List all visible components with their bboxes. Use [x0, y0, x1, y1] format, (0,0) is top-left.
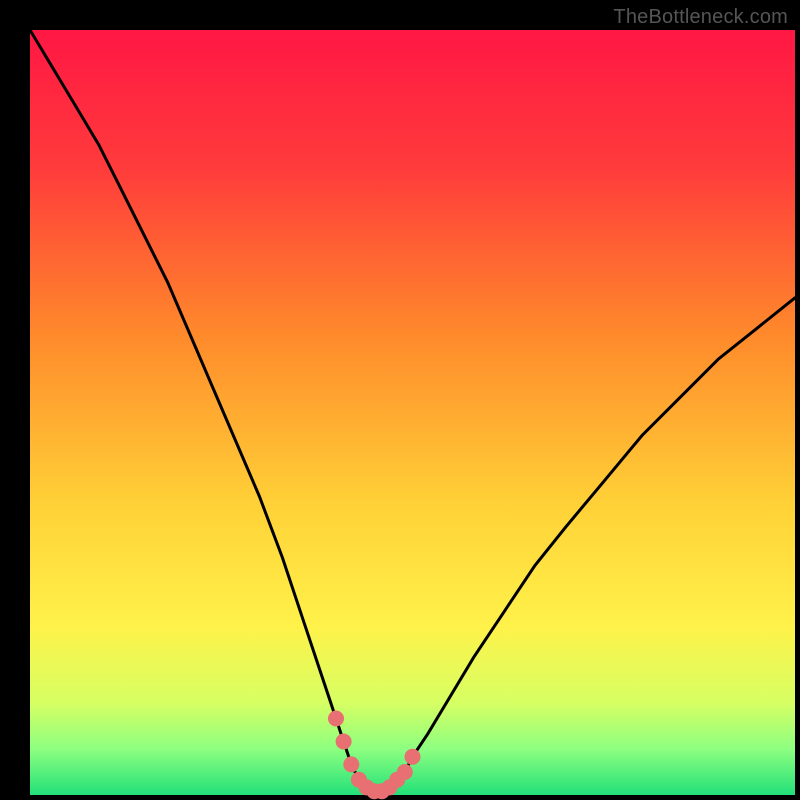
optimal-marker: [336, 734, 352, 750]
plot-area-gradient: [30, 30, 795, 795]
optimal-marker: [397, 764, 413, 780]
optimal-marker: [343, 756, 359, 772]
bottleneck-curve-chart: [0, 0, 800, 800]
optimal-marker: [328, 711, 344, 727]
chart-frame: TheBottleneck.com: [0, 0, 800, 800]
optimal-marker: [405, 749, 421, 765]
watermark-text: TheBottleneck.com: [613, 6, 788, 29]
